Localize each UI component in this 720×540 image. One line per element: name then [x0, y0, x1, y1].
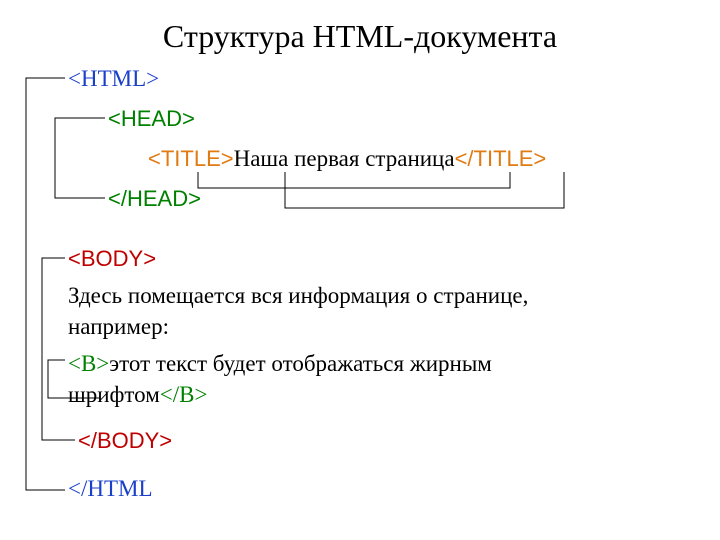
tag-title-close: </TITLE>: [455, 146, 547, 171]
b-text: этот текст будет отображаться жирным шри…: [68, 351, 492, 407]
tag-title-open: <TITLE>: [148, 146, 234, 171]
tag-body-close: </BODY>: [78, 428, 172, 454]
tag-b-open: <B>: [68, 351, 109, 376]
tag-b-close: </B>: [160, 382, 208, 407]
tag-head-close: </HEAD>: [108, 186, 201, 212]
title-line: <TITLE>Наша первая страница</TITLE>: [148, 146, 546, 172]
bold-line: <B>этот текст будет отображаться жирным …: [68, 348, 618, 410]
title-text: Наша первая страница: [234, 146, 455, 171]
tag-body-open: <BODY>: [68, 246, 156, 272]
body-text-paragraph: Здесь помещается вся информация о страни…: [68, 280, 618, 342]
tag-html-open: <HTML>: [68, 66, 159, 92]
tag-html-close: </HTML: [68, 476, 153, 502]
tag-head-open: <HEAD>: [108, 106, 195, 132]
slide-title: Структура HTML-документа: [0, 0, 720, 55]
